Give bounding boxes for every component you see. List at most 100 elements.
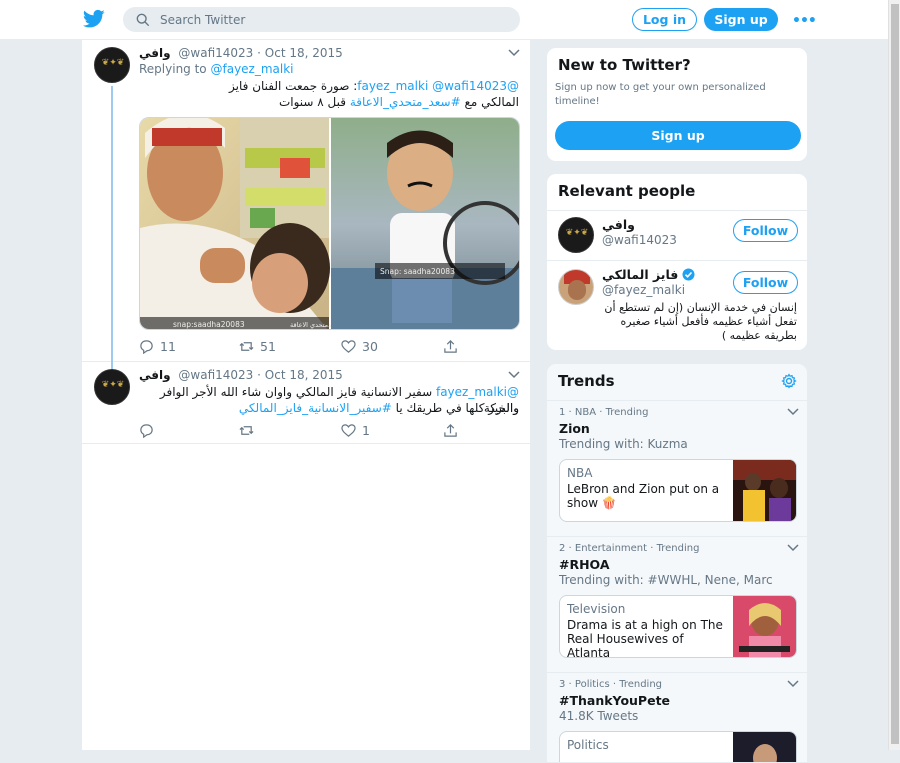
like-button[interactable]: 30 (341, 338, 378, 354)
trend-with: Trending with: #WWHL, Nene, Marc (559, 573, 773, 587)
mention-link[interactable]: @fayez_malki (436, 385, 519, 399)
tweet[interactable]: ❦✦❦ وافي @wafi14023 · Oct 18, 2015 Reply… (82, 40, 530, 371)
relevant-people-title: Relevant people (558, 182, 696, 200)
retweet-icon (239, 425, 254, 435)
relevant-people-card: Relevant people ❦✦❦ وافي @wafi14023 Foll… (546, 173, 808, 351)
tweet-actions: 11 51 30 (139, 338, 519, 354)
avatar[interactable] (558, 269, 594, 305)
retweet-count: 51 (260, 338, 276, 354)
signup-card-subtitle: Sign up now to get your own personalized… (555, 82, 766, 107)
timeline: ❦✦❦ وافي @wafi14023 · Oct 18, 2015 Reply… (81, 40, 531, 750)
share-button[interactable] (443, 338, 458, 354)
user-handle[interactable]: @wafi14023 (178, 46, 253, 60)
search-input[interactable] (160, 11, 500, 29)
display-name[interactable]: وافي (139, 46, 171, 60)
signup-card-button[interactable]: Sign up (555, 121, 801, 150)
follow-button[interactable]: Follow (733, 219, 798, 242)
chevron-down-icon[interactable] (508, 370, 520, 380)
tweet-text: والخير كلها في طريقك يا (395, 401, 519, 415)
tweet-date[interactable]: · Oct 18, 2015 (257, 368, 343, 382)
avatar[interactable]: ❦✦❦ (94, 47, 130, 83)
settings-gear-icon[interactable] (781, 373, 797, 389)
chevron-down-icon[interactable] (508, 48, 520, 58)
news-headline: Drama is at a high on The Real Housewive… (567, 618, 723, 658)
heart-icon (341, 423, 356, 437)
reply-icon (140, 339, 153, 354)
person-row[interactable]: ❦✦❦ وافي @wafi14023 Follow (547, 210, 807, 260)
top-navigation-bar: Log in Sign up ••• (0, 0, 888, 40)
person-handle[interactable]: @fayez_malki (602, 283, 685, 297)
user-handle[interactable]: @wafi14023 (178, 368, 253, 382)
search-icon (136, 13, 150, 27)
mention-link[interactable]: @fayez_malki @wafi14023 (357, 79, 519, 93)
trend-news-card[interactable]: NBA LeBron and Zion put on a show 🍿 (559, 459, 797, 522)
hashtag-link[interactable]: #سفير_الانسانية_فايز_المالكي (239, 401, 392, 415)
tweet-text-line-2: المالكي مع #سعد_متحدي_الاعاقة قبل ٨ سنوا… (139, 94, 519, 110)
twitter-logo-icon[interactable] (83, 9, 105, 29)
avatar-calligraphy-logo: ❦✦❦ (101, 58, 125, 68)
share-icon (444, 423, 457, 437)
follow-button[interactable]: Follow (733, 271, 798, 294)
trend-name[interactable]: Zion (559, 421, 590, 436)
reply-button[interactable]: 11 (139, 338, 176, 354)
share-icon (444, 339, 457, 353)
retweet-button[interactable]: 51 (239, 338, 276, 354)
signup-card-title: New to Twitter? (558, 56, 691, 74)
tweet-photo-collage: snap:saadha20083 سعدمتحدي الاعاقة Snap: … (140, 118, 519, 329)
avatar-face (568, 280, 586, 300)
person-name[interactable]: وافي (602, 217, 635, 232)
avatar-calligraphy-logo: ❦✦❦ (565, 228, 589, 238)
reply-button[interactable] (139, 422, 160, 438)
trend-news-card[interactable]: Television Drama is at a high on The Rea… (559, 595, 797, 658)
trend-name[interactable]: #ThankYouPete (559, 693, 670, 708)
trend-item[interactable]: 3 · Politics · Trending #ThankYouPete 41… (547, 672, 807, 762)
tweet-header: وافي @wafi14023 · Oct 18, 2015 (139, 46, 509, 60)
replying-to-link[interactable]: @fayez_malki (210, 62, 293, 76)
chevron-down-icon[interactable] (787, 407, 799, 417)
reply-count: 11 (160, 338, 176, 354)
log-in-button[interactable]: Log in (632, 8, 697, 31)
replying-to-label: Replying to (139, 62, 207, 76)
hashtag-link[interactable]: #سعد_متحدي_الاعاقة (350, 95, 461, 109)
scrollbar-thumb[interactable] (891, 4, 899, 744)
tweet-media[interactable]: snap:saadha20083 سعدمتحدي الاعاقة Snap: … (139, 117, 520, 330)
more-options-icon[interactable]: ••• (792, 13, 817, 29)
page-scrollbar[interactable] (888, 0, 900, 750)
retweet-icon (239, 341, 254, 351)
person-handle[interactable]: @wafi14023 (602, 233, 677, 247)
display-name[interactable]: وافي (139, 368, 171, 382)
tweet-text: المالكي مع (464, 95, 520, 109)
tweet-text: : صورة جمعت الفنان فايز (229, 79, 358, 93)
like-button[interactable]: 1 (341, 422, 370, 438)
sign-up-button[interactable]: Sign up (704, 8, 778, 31)
heart-icon (341, 339, 356, 353)
news-thumbnail (733, 460, 796, 521)
tweet[interactable]: ❦✦❦ وافي @wafi14023 · Oct 18, 2015 @faye… (82, 362, 530, 444)
news-headline: LeBron and Zion put on a show 🍿 (567, 482, 720, 510)
chevron-down-icon[interactable] (787, 679, 799, 689)
person-row[interactable]: فايز المالكي @fayez_malki Follow إنسان ف… (547, 260, 807, 350)
trend-item[interactable]: 2 · Entertainment · Trending #RHOA Trend… (547, 536, 807, 672)
trend-news-card[interactable]: Politics (559, 731, 797, 762)
retweet-button[interactable] (239, 422, 260, 438)
trend-name[interactable]: #RHOA (559, 557, 610, 572)
tweet-actions: 1 (139, 422, 519, 438)
like-count: 1 (362, 422, 370, 438)
avatar[interactable]: ❦✦❦ (558, 217, 594, 253)
verified-badge-icon (682, 268, 695, 281)
tweet-text-line-2: والخير كلها في طريقك يا #سفير_الانسانية_… (139, 400, 519, 416)
thread-connector-line (111, 86, 113, 371)
trend-meta: 1 · NBA · Trending (559, 407, 649, 418)
image-watermark-right: Snap: saadha20083 (380, 267, 455, 276)
tweet-date[interactable]: · Oct 18, 2015 (257, 46, 343, 60)
reply-icon (140, 423, 153, 438)
avatar[interactable]: ❦✦❦ (94, 369, 130, 405)
share-button[interactable] (443, 422, 458, 438)
tweet-header: وافي @wafi14023 · Oct 18, 2015 (139, 368, 509, 382)
replying-to: Replying to @fayez_malki (139, 62, 294, 76)
chevron-down-icon[interactable] (787, 543, 799, 553)
trend-item[interactable]: 1 · NBA · Trending Zion Trending with: K… (547, 400, 807, 536)
trend-with: 41.8K Tweets (559, 709, 639, 723)
search-bar[interactable] (123, 7, 520, 32)
person-name[interactable]: فايز المالكي (602, 267, 678, 282)
